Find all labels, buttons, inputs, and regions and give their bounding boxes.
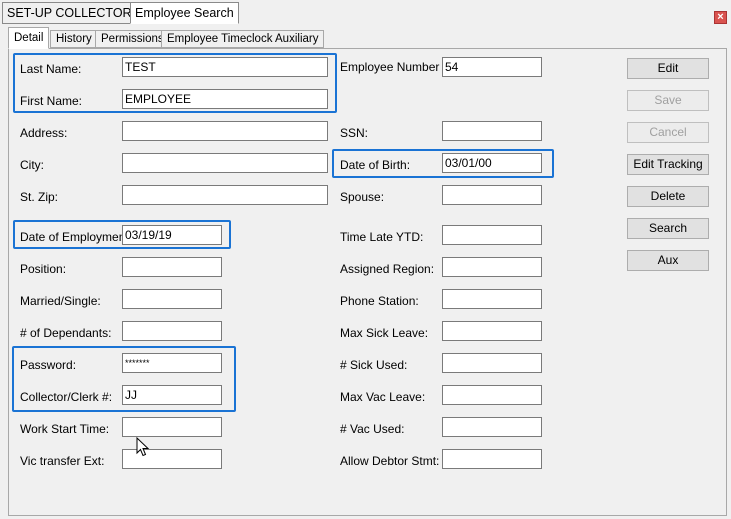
- time-late-ytd-label: Time Late YTD:: [340, 230, 424, 244]
- cancel-button[interactable]: Cancel: [627, 122, 709, 143]
- vac-used-field[interactable]: [442, 417, 542, 437]
- assigned-region-field[interactable]: [442, 257, 542, 277]
- delete-button[interactable]: Delete: [627, 186, 709, 207]
- allow-debtor-stmt-field[interactable]: [442, 449, 542, 469]
- max-vac-leave-field[interactable]: [442, 385, 542, 405]
- aux-button[interactable]: Aux: [627, 250, 709, 271]
- married-single-field[interactable]: [122, 289, 222, 309]
- tab-detail[interactable]: Detail: [8, 27, 50, 49]
- allow-debtor-stmt-label: Allow Debtor Stmt:: [340, 454, 440, 468]
- tab-employee-search[interactable]: Employee Search: [130, 2, 239, 24]
- vic-transfer-ext-label: Vic transfer Ext:: [20, 454, 105, 468]
- ssn-field[interactable]: [442, 121, 542, 141]
- work-start-time-label: Work Start Time:: [20, 422, 110, 436]
- work-start-time-field[interactable]: [122, 417, 222, 437]
- address-label: Address:: [20, 126, 68, 140]
- detail-panel: [8, 48, 727, 516]
- edit-button[interactable]: Edit: [627, 58, 709, 79]
- assigned-region-label: Assigned Region:: [340, 262, 435, 276]
- max-vac-leave-label: Max Vac Leave:: [340, 390, 426, 404]
- dependants-label: # of Dependants:: [20, 326, 112, 340]
- ssn-label: SSN:: [340, 126, 369, 140]
- tab-permissions[interactable]: Permissions: [95, 30, 170, 48]
- married-single-label: Married/Single:: [20, 294, 101, 308]
- dependants-field[interactable]: [122, 321, 222, 341]
- employment-date-highlight-box: [13, 220, 231, 249]
- position-field[interactable]: [122, 257, 222, 277]
- tab-history[interactable]: History: [50, 30, 98, 48]
- spouse-label: Spouse:: [340, 190, 385, 204]
- tab-employee-timeclock-auxiliary[interactable]: Employee Timeclock Auxiliary: [161, 30, 325, 48]
- search-button[interactable]: Search: [627, 218, 709, 239]
- time-late-ytd-field[interactable]: [442, 225, 542, 245]
- sick-used-field[interactable]: [442, 353, 542, 373]
- max-sick-leave-field[interactable]: [442, 321, 542, 341]
- city-field[interactable]: [122, 153, 328, 173]
- address-field[interactable]: [122, 121, 328, 141]
- sick-used-label: # Sick Used:: [340, 358, 408, 372]
- employee-number-field[interactable]: 54: [442, 57, 542, 77]
- vac-used-label: # Vac Used:: [340, 422, 405, 436]
- close-icon[interactable]: ×: [714, 11, 727, 24]
- name-highlight-box: [13, 53, 337, 113]
- credentials-highlight-box: [12, 346, 236, 412]
- st-zip-label: St. Zip:: [20, 190, 59, 204]
- employee-number-label: Employee Number: [340, 60, 440, 74]
- st-zip-field[interactable]: [122, 185, 328, 205]
- phone-station-label: Phone Station:: [340, 294, 419, 308]
- edit-tracking-button[interactable]: Edit Tracking: [627, 154, 709, 175]
- save-button[interactable]: Save: [627, 90, 709, 111]
- max-sick-leave-label: Max Sick Leave:: [340, 326, 429, 340]
- tab-setup-collectors[interactable]: SET-UP COLLECTORS: [2, 2, 145, 24]
- city-label: City:: [20, 158, 44, 172]
- phone-station-field[interactable]: [442, 289, 542, 309]
- dob-highlight-box: [332, 149, 554, 178]
- position-label: Position:: [20, 262, 67, 276]
- mouse-cursor-icon: [136, 437, 150, 457]
- spouse-field[interactable]: [442, 185, 542, 205]
